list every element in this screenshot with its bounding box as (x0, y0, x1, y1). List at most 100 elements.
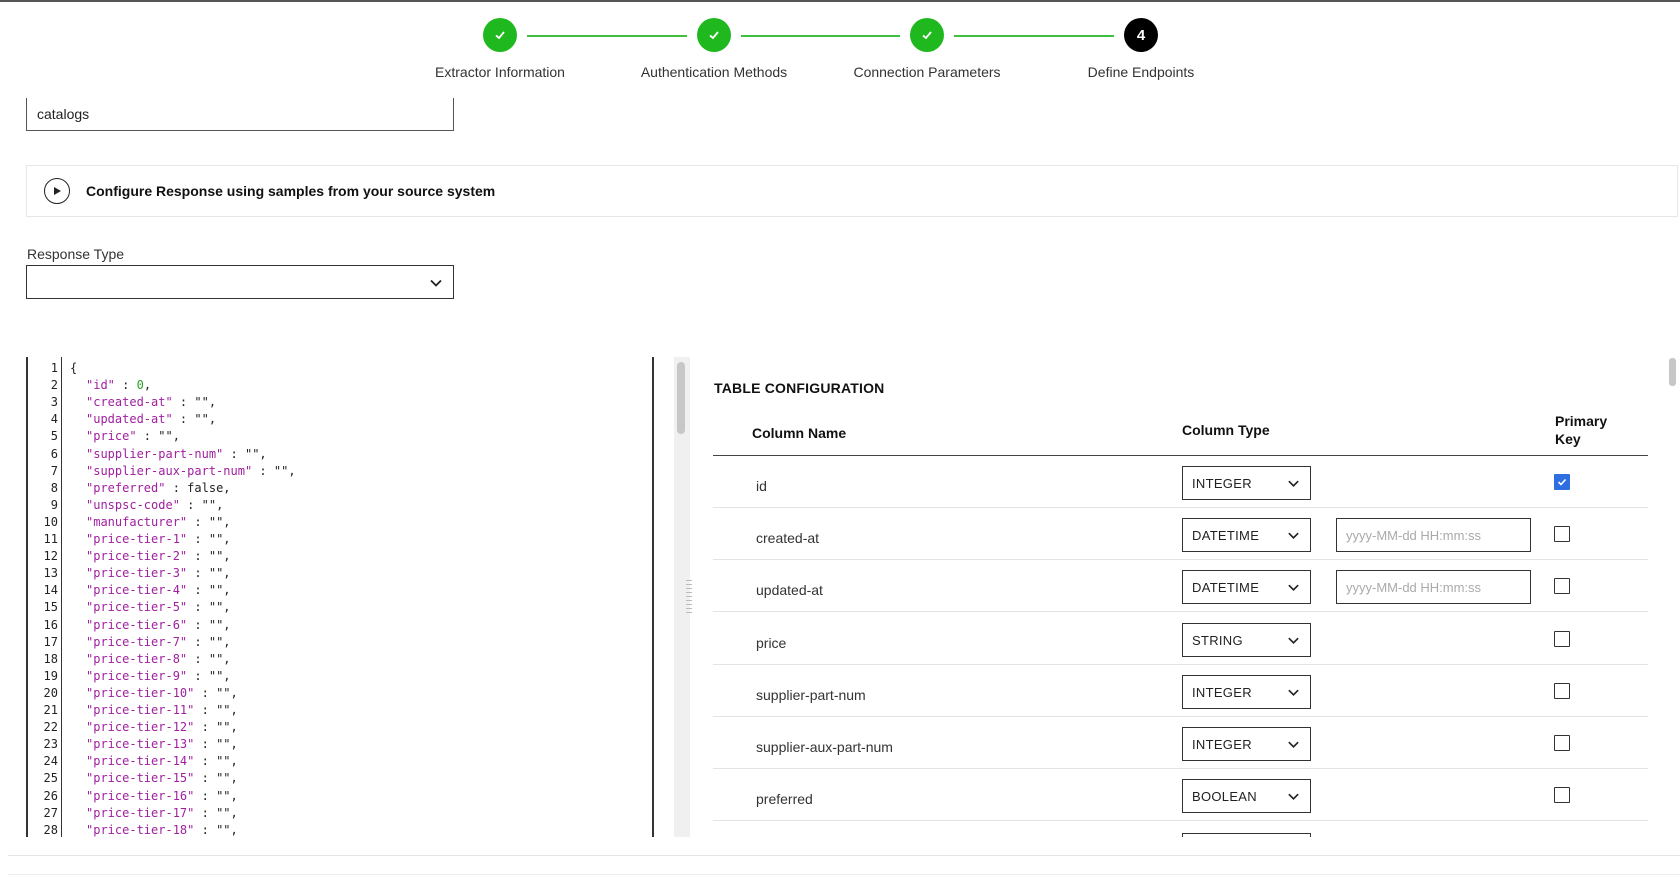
column-name-cell: updated-at (756, 582, 823, 599)
line-number: 26 (43, 788, 58, 803)
json-value: "" (208, 600, 224, 615)
primary-key-checkbox[interactable] (1554, 787, 1570, 804)
json-value: "" (208, 532, 224, 546)
column-type-value: STRING (1192, 632, 1243, 648)
primary-key-checkbox[interactable] (1554, 578, 1570, 595)
line-number: 9 (50, 497, 58, 512)
column-type-select-partial[interactable] (1182, 833, 1311, 837)
line-number: 2 (50, 378, 58, 393)
table-row: supplier-aux-part-num INTEGER (713, 717, 1648, 769)
json-comma: , (208, 412, 217, 427)
json-comma: , (172, 429, 180, 444)
code-text: "unspsc-code" : "", (86, 498, 223, 512)
panel-resize-handle[interactable] (686, 580, 692, 616)
json-comma: , (216, 497, 224, 512)
json-separator: : (194, 788, 217, 803)
line-number: 15 (43, 600, 58, 615)
line-number: 27 (43, 805, 58, 820)
response-type-select[interactable] (26, 265, 454, 299)
editor-right-border (652, 357, 654, 837)
json-value: "" (216, 822, 231, 837)
configure-response-label: Configure Response using samples from yo… (86, 183, 496, 199)
column-type-select[interactable]: DATETIME (1182, 518, 1311, 553)
code-text: "price-tier-14" : "", (86, 754, 238, 768)
code-text: "price-tier-3" : "", (86, 566, 231, 580)
column-type-select[interactable]: BOOLEAN (1182, 779, 1311, 814)
line-number: 20 (43, 685, 58, 700)
column-type-select[interactable]: INTEGER (1182, 674, 1311, 709)
json-separator: : (136, 429, 159, 444)
json-value: "" (194, 412, 209, 427)
json-separator: : (172, 412, 195, 427)
column-type-select[interactable]: INTEGER (1182, 466, 1311, 500)
datetime-format-input[interactable] (1336, 570, 1531, 605)
step-1-indicator[interactable] (483, 18, 517, 52)
json-comma: , (223, 514, 231, 529)
step-2-label[interactable]: Authentication Methods (641, 64, 787, 80)
column-type-select[interactable]: DATETIME (1182, 570, 1311, 605)
configure-response-row[interactable]: Configure Response using samples from yo… (26, 165, 1678, 217)
json-separator: : (187, 651, 209, 666)
json-value: "" (208, 634, 224, 649)
code-text: "supplier-aux-part-num" : "", (86, 464, 296, 478)
line-number: 25 (43, 771, 58, 786)
grip-line (686, 604, 692, 605)
json-sample-editor[interactable]: 1 {2 "id" : 0, 3 "created-at" : "", 4 "updated… (26, 357, 654, 837)
grip-line (686, 596, 692, 597)
json-comma: , (223, 600, 231, 615)
play-circle-icon[interactable] (44, 178, 70, 204)
code-text: "price-tier-2" : "", (86, 549, 231, 563)
column-type-select[interactable]: INTEGER (1182, 727, 1311, 761)
primary-key-checkbox[interactable] (1554, 735, 1570, 751)
column-type-select[interactable]: STRING (1182, 622, 1311, 657)
chevron-down-icon (1288, 793, 1299, 801)
json-key: "price-tier-6" (86, 617, 188, 632)
datetime-format-input[interactable] (1336, 518, 1531, 553)
step-1-label[interactable]: Extractor Information (435, 64, 565, 80)
step-4-label[interactable]: Define Endpoints (1088, 64, 1195, 80)
json-comma: , (259, 446, 267, 461)
json-key: "price-tier-17" (86, 805, 195, 820)
json-key: "supplier-aux-part-num" (86, 463, 253, 478)
editor-scrollbar-thumb[interactable] (677, 362, 685, 434)
primary-key-checkbox[interactable] (1554, 630, 1570, 647)
line-number: 13 (43, 566, 58, 581)
json-key: "supplier-part-num" (86, 446, 224, 461)
table-row: preferred BOOLEAN (713, 769, 1648, 822)
json-separator: : (114, 378, 137, 393)
json-key: "price-tier-18" (86, 822, 195, 837)
json-comma: , (288, 463, 296, 478)
grip-line (686, 608, 692, 609)
json-value: "" (208, 566, 224, 581)
chevron-down-icon (1288, 637, 1299, 644)
step-number: 4 (1136, 26, 1146, 44)
json-key: "manufacturer" (86, 514, 188, 529)
check-icon (709, 31, 719, 40)
code-text: "price-tier-15" : "", (86, 771, 238, 785)
step-4-indicator[interactable]: 4 (1124, 18, 1158, 52)
code-text: "id" : 0, (86, 378, 151, 392)
step-2-indicator[interactable] (697, 18, 731, 52)
column-type-value: BOOLEAN (1192, 789, 1257, 805)
json-value: "" (216, 788, 231, 803)
json-value: "" (216, 685, 231, 700)
json-value: "" (216, 720, 231, 735)
primary-key-checkbox[interactable] (1554, 474, 1570, 490)
json-comma: , (230, 720, 238, 735)
line-number: 14 (43, 583, 58, 598)
column-name-cell: supplier-part-num (756, 686, 866, 703)
grip-line (686, 592, 692, 593)
json-comma: , (230, 754, 238, 769)
step-3-label[interactable]: Connection Parameters (853, 64, 1000, 80)
json-comma: , (223, 651, 231, 666)
column-name-cell: preferred (756, 791, 813, 808)
table-scrollbar-thumb[interactable] (1669, 358, 1676, 386)
step-3-indicator[interactable] (910, 18, 944, 52)
code-text: "price-tier-13" : "", (86, 737, 238, 751)
endpoint-path-input[interactable] (26, 98, 454, 131)
primary-key-checkbox[interactable] (1554, 526, 1570, 543)
code-text: "supplier-part-num" : "", (86, 447, 267, 461)
primary-key-checkbox[interactable] (1554, 682, 1570, 699)
json-value: "" (158, 429, 173, 444)
table-row: supplier-part-num INTEGER (713, 665, 1648, 717)
